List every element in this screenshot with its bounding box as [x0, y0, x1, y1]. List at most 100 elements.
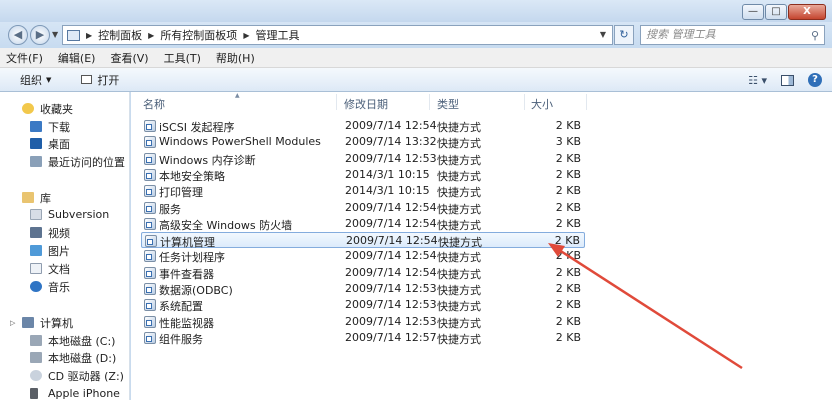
organize-button[interactable]: 组织 ▼ — [20, 72, 51, 88]
menu-file[interactable]: 文件(F) — [6, 50, 43, 66]
nav-pictures[interactable]: 图片 — [0, 242, 70, 259]
search-icon[interactable]: ⚲ — [811, 27, 819, 45]
column-divider[interactable] — [586, 94, 587, 110]
file-type: 快捷方式 — [437, 332, 481, 346]
nav-libraries[interactable]: 库 — [0, 189, 51, 206]
file-name: Windows 内存诊断 — [159, 153, 256, 167]
menu-edit[interactable]: 编辑(E) — [58, 50, 96, 66]
file-row[interactable]: 组件服务 2009/7/14 12:57 快捷方式 2 KB — [141, 330, 585, 346]
file-row[interactable]: 计算机管理 2009/7/14 12:54 快捷方式 2 KB — [141, 232, 585, 249]
file-date: 2009/7/14 12:54 — [345, 265, 437, 279]
nav-drive-d[interactable]: 本地磁盘 (D:) — [0, 349, 116, 366]
nav-label: Apple iPhone — [48, 387, 120, 400]
recent-pages-dropdown[interactable]: ▼ — [52, 30, 58, 39]
nav-recent-places[interactable]: 最近访问的位置 — [0, 153, 125, 170]
column-divider[interactable] — [429, 94, 430, 110]
breadcrumb-all-items[interactable]: 所有控制面板项 — [160, 27, 237, 43]
phone-icon — [30, 388, 38, 399]
column-header-type[interactable]: 类型 — [437, 96, 459, 112]
file-type: 快捷方式 — [437, 137, 481, 151]
refresh-button[interactable]: ↻ — [614, 25, 634, 45]
file-row[interactable]: 事件查看器 2009/7/14 12:54 快捷方式 2 KB — [141, 265, 585, 281]
nav-drive-c[interactable]: 本地磁盘 (C:) — [0, 332, 115, 349]
forward-button[interactable]: ▶ — [30, 25, 50, 45]
minimize-button[interactable]: — — [742, 4, 764, 20]
column-header-size[interactable]: 大小 — [531, 96, 553, 112]
back-button[interactable]: ◀ — [8, 25, 28, 45]
drive-icon — [30, 335, 42, 346]
file-row[interactable]: 任务计划程序 2009/7/14 12:54 快捷方式 2 KB — [141, 248, 585, 264]
file-row[interactable]: 本地安全策略 2014/3/1 10:15 快捷方式 2 KB — [141, 167, 585, 183]
maximize-button[interactable]: □ — [765, 4, 787, 20]
column-divider[interactable] — [336, 94, 337, 110]
nav-desktop[interactable]: 桌面 — [0, 135, 70, 152]
file-row[interactable]: 系统配置 2009/7/14 12:53 快捷方式 2 KB — [141, 297, 585, 313]
nav-music[interactable]: 音乐 — [0, 278, 70, 295]
file-type: 快捷方式 — [437, 300, 481, 314]
nav-label: 音乐 — [48, 280, 70, 294]
nav-favorites[interactable]: 收藏夹 — [0, 100, 73, 117]
videos-icon — [30, 227, 42, 238]
chevron-right-icon[interactable]: ▶ — [86, 31, 92, 40]
file-row[interactable]: 性能监视器 2009/7/14 12:53 快捷方式 2 KB — [141, 314, 585, 330]
file-size: 2 KB — [555, 200, 581, 214]
chevron-right-icon[interactable]: ▷ — [10, 319, 15, 327]
chevron-right-icon[interactable]: ▶ — [148, 31, 154, 40]
file-date: 2009/7/14 12:53 — [345, 298, 437, 312]
file-name: iSCSI 发起程序 — [159, 121, 235, 134]
help-icon[interactable]: ? — [808, 73, 822, 87]
file-size: 2 KB — [555, 314, 581, 328]
nav-downloads[interactable]: 下载 — [0, 118, 70, 135]
column-header-date[interactable]: 修改日期 — [344, 96, 388, 112]
file-size: 2 KB — [555, 216, 581, 230]
column-header-name[interactable]: 名称 — [143, 96, 165, 112]
breadcrumb-control-panel[interactable]: 控制面板 — [98, 27, 142, 43]
nav-label: 最近访问的位置 — [48, 155, 125, 169]
chevron-down-icon: ▼ — [46, 75, 52, 84]
column-divider[interactable] — [524, 94, 525, 110]
open-button[interactable]: 打开 — [81, 72, 119, 88]
file-date: 2009/7/14 12:54 — [345, 216, 437, 230]
library-icon — [22, 192, 34, 203]
shortcut-icon — [144, 201, 156, 214]
nav-subversion[interactable]: Subversion — [0, 206, 109, 223]
downloads-icon — [30, 121, 42, 132]
address-bar[interactable]: ▶ 控制面板 ▶ 所有控制面板项 ▶ 管理工具 ▼ — [62, 25, 613, 45]
address-dropdown-icon[interactable]: ▼ — [600, 30, 606, 39]
menu-view[interactable]: 查看(V) — [110, 50, 148, 66]
shortcut-icon — [144, 120, 156, 132]
nav-iphone[interactable]: Apple iPhone — [0, 385, 120, 400]
chevron-right-icon[interactable]: ▶ — [243, 31, 249, 40]
menu-tools[interactable]: 工具(T) — [164, 50, 201, 66]
breadcrumb-admin-tools[interactable]: 管理工具 — [255, 27, 299, 43]
change-view-icon[interactable]: ☷ ▾ — [748, 74, 767, 87]
nav-computer[interactable]: ▷ 计算机 — [0, 314, 73, 331]
file-date: 2009/7/14 13:32 — [345, 135, 437, 149]
shortcut-icon — [144, 315, 156, 328]
file-row[interactable]: 打印管理 2014/3/1 10:15 快捷方式 2 KB — [141, 183, 585, 199]
file-row[interactable]: 服务 2009/7/14 12:54 快捷方式 2 KB — [141, 200, 585, 216]
file-date: 2014/3/1 10:15 — [345, 184, 430, 198]
command-bar: 组织 ▼ 打开 ☷ ▾ ? — [0, 68, 832, 92]
nav-videos[interactable]: 视频 — [0, 224, 70, 241]
file-name: 服务 — [159, 202, 181, 216]
file-row[interactable]: Windows PowerShell Modules 2009/7/14 13:3… — [141, 134, 585, 150]
close-button[interactable]: X — [788, 4, 826, 20]
preview-pane-icon[interactable] — [781, 74, 794, 86]
file-type: 快捷方式 — [437, 153, 481, 167]
star-icon — [22, 103, 34, 114]
recent-places-icon — [30, 156, 42, 167]
file-type: 快捷方式 — [437, 169, 481, 183]
file-row[interactable]: iSCSI 发起程序 2009/7/14 12:54 快捷方式 2 KB — [141, 118, 585, 134]
search-input[interactable]: 搜索 管理工具 ⚲ — [640, 25, 825, 45]
nav-documents[interactable]: 文档 — [0, 260, 70, 277]
menu-help[interactable]: 帮助(H) — [216, 50, 255, 66]
file-row[interactable]: 高级安全 Windows 防火墙 2009/7/14 12:54 快捷方式 2 KB — [141, 216, 585, 232]
file-row[interactable]: Windows 内存诊断 2009/7/14 12:53 快捷方式 2 KB — [141, 151, 585, 167]
window-controls: — □ X — [742, 4, 826, 20]
open-icon — [81, 75, 93, 84]
shortcut-icon — [144, 136, 156, 149]
file-row[interactable]: 数据源(ODBC) 2009/7/14 12:53 快捷方式 2 KB — [141, 281, 585, 297]
nav-label: 视频 — [48, 226, 70, 240]
nav-cd-drive[interactable]: CD 驱动器 (Z:) — [0, 367, 124, 384]
